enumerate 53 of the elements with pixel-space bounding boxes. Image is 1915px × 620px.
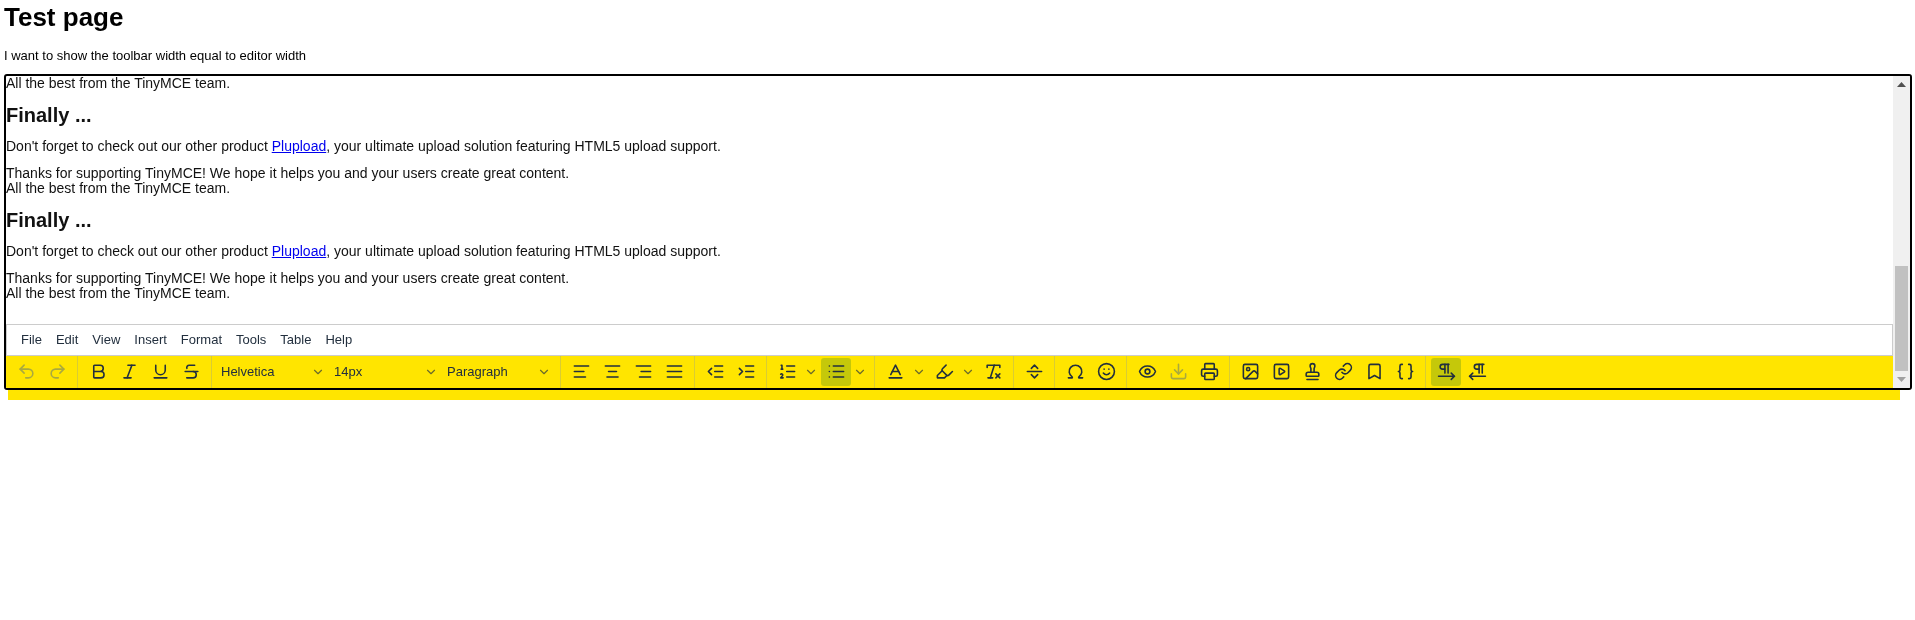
smiley-icon [1096,362,1116,381]
scrollbar-thumb[interactable] [1895,265,1908,371]
dropdown-select[interactable]: Helvetica [217,357,329,386]
text-line: All the best from the TinyMCE team. [6,75,231,91]
menu-item[interactable]: Edit [49,327,85,352]
download-icon [1168,362,1188,381]
align-center-icon [602,362,622,381]
align-justify-icon [664,362,684,381]
menu-item[interactable]: Help [319,327,359,352]
menu-item[interactable]: Insert [128,327,173,352]
text-line: All the best from the TinyMCE team. [6,180,231,196]
braces-icon [1395,362,1415,381]
text-color-icon [885,362,905,381]
page-description: I want to show the toolbar width equal to editor width [4,47,307,65]
bullet-list-icon [826,362,846,381]
omega-icon [1065,362,1085,381]
menu-item[interactable]: File [15,327,48,352]
dropdown-select[interactable]: Paragraph [443,357,555,386]
scroll-up-icon[interactable] [1897,81,1906,87]
stamp-icon [1302,362,1322,381]
outdent-icon [705,362,725,381]
align-right-icon [633,362,653,381]
play-icon [1271,362,1291,381]
page-title: Test page [3,1,124,32]
menu-item[interactable]: Tools [230,327,273,352]
menu-item[interactable]: Format [174,327,228,352]
undo-icon [16,362,36,381]
eye-icon [1137,362,1157,381]
align-left-icon [571,362,591,381]
pilcrow-right-icon [1436,362,1456,381]
menu-item[interactable]: Table [274,327,318,352]
strikethrough-icon [181,362,201,381]
text-line: Thanks for supporting TinyMCE! We hope it helps you and your users create great content. [6,165,570,181]
heading: Finally ... [6,102,92,127]
toolbar-button[interactable] [1431,357,1461,386]
numbered-list-icon [777,362,797,381]
printer-icon [1199,362,1219,381]
heading: Finally ... [6,207,92,232]
scrollbar[interactable] [1893,75,1910,388]
redo-icon [47,362,67,381]
text-line: All the best from the TinyMCE team. [6,285,231,301]
clear-formatting-icon [983,362,1003,381]
image-icon [1240,362,1260,381]
link-icon [1333,362,1353,381]
menu-item[interactable]: View [86,327,127,352]
dropdown-select[interactable]: 14px [330,357,442,386]
text-line: Thanks for supporting TinyMCE! We hope it helps you and your users create great content. [6,270,570,286]
indent-icon [736,362,756,381]
pilcrow-left-icon [1467,362,1487,381]
highlighter-icon [934,362,954,381]
paragraph: Don't forget to check out our other product Plupload, your ultimate upload solution featuring HTML5 upload support. [6,243,721,259]
paragraph: Don't forget to check out our other product Plupload, your ultimate upload solution featuring HTML5 upload support. [6,138,721,154]
underline-icon [150,362,170,381]
